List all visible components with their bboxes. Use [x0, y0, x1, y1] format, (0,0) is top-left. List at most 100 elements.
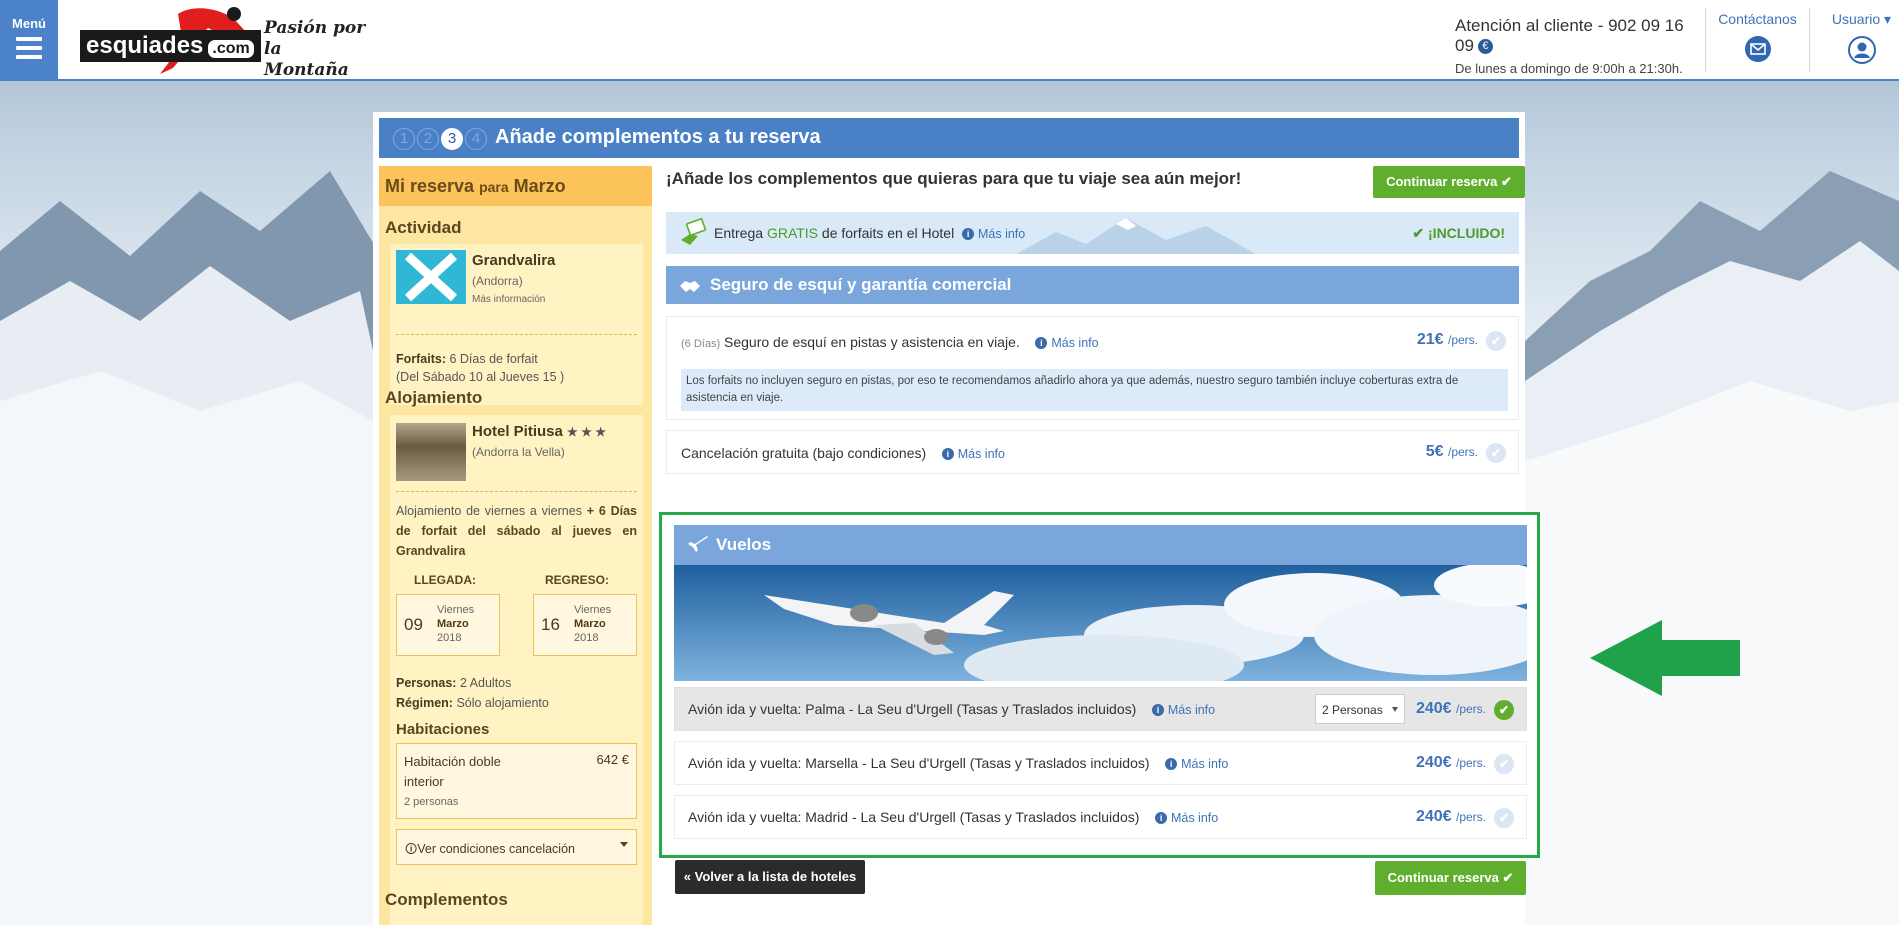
- hours-line: De lunes a domingo de 9:00h a 21:30h.: [1455, 61, 1683, 76]
- cancellation-price: 5€ /pers.: [1425, 443, 1478, 460]
- check-circle-icon[interactable]: ✔: [1494, 808, 1514, 828]
- rooms-heading: Habitaciones: [396, 721, 490, 738]
- continue-button-bottom[interactable]: Continuar reserva ✔: [1375, 861, 1526, 895]
- cancellation-row[interactable]: Cancelación gratuita (bajo condiciones) …: [666, 430, 1519, 474]
- check-circle-icon[interactable]: ✔: [1494, 754, 1514, 774]
- return-label: REGRESO:: [545, 573, 610, 587]
- cancellation-conditions-dropdown[interactable]: 🛈Ver condiciones cancelación: [396, 829, 637, 865]
- chevron-down-icon: [1392, 707, 1398, 712]
- included-badge: ✔ ¡INCLUIDO!: [1412, 225, 1505, 241]
- brand-name: esquiades .com: [80, 30, 261, 62]
- flight-row-marsella[interactable]: Avión ida y vuelta: Marsella - La Seu d'…: [674, 741, 1527, 785]
- divider: [396, 491, 637, 492]
- euro-icon[interactable]: €: [1477, 39, 1493, 55]
- step-indicator: 1234: [393, 128, 489, 150]
- envelope-icon: [1744, 36, 1771, 62]
- insurance-label: (6 Días) Seguro de esquí en pistas y asi…: [681, 334, 1099, 350]
- more-info-link[interactable]: Más info: [1168, 703, 1215, 717]
- step-3[interactable]: 3: [441, 128, 463, 150]
- more-info-link[interactable]: Más info: [1171, 811, 1218, 825]
- flights-section: Vuelos Avión ida y vuelta: Palma - La Se…: [659, 512, 1540, 858]
- forfaits-info: Forfaits: 6 Días de forfait (Del Sábado …: [396, 352, 565, 384]
- flight-label: Avión ida y vuelta: Madrid - La Seu d'Ur…: [688, 809, 1219, 825]
- insurance-note: Los forfaits no incluyen seguro en pista…: [681, 369, 1508, 411]
- user-label: Usuario ▾: [1831, 11, 1892, 27]
- divider: [396, 334, 637, 335]
- flight-label: Avión ida y vuelta: Marsella - La Seu d'…: [688, 755, 1229, 771]
- flights-heading: Vuelos: [674, 525, 1527, 565]
- flight-label: Avión ida y vuelta: Palma - La Seu d'Urg…: [688, 701, 1216, 717]
- complementos-heading: Complementos: [385, 890, 508, 909]
- room-item: Habitación doble interior 642 € 2 person…: [396, 743, 637, 819]
- info-icon: i: [1165, 758, 1178, 771]
- step-bar: 1234 Añade complementos a tu reserva: [379, 118, 1519, 158]
- flight-price: 240€ /pers.: [1415, 700, 1486, 717]
- flight-row-madrid[interactable]: Avión ida y vuelta: Madrid - La Seu d'Ur…: [674, 795, 1527, 839]
- more-info-link[interactable]: Más info: [958, 447, 1005, 461]
- grandvalira-logo-icon: [396, 250, 466, 304]
- check-icon: ✔: [1500, 174, 1512, 189]
- hotel-photo[interactable]: [396, 423, 466, 481]
- summary-title: Mi reserva para Marzo: [379, 166, 652, 206]
- user-icon: [1847, 36, 1876, 64]
- site-logo[interactable]: esquiades .com Pasión por la Montaña: [78, 4, 368, 80]
- intro-text: ¡Añade los complementos que quieras para…: [666, 169, 1242, 188]
- info-icon: 🛈: [405, 842, 418, 856]
- passengers-select[interactable]: 2 Personas: [1315, 694, 1405, 724]
- actividad-heading: Actividad: [385, 218, 462, 237]
- free-delivery-text: Entrega GRATIS de forfaits en el Hotel i…: [714, 225, 1026, 241]
- activity-location: (Andorra): [472, 274, 523, 288]
- insurance-row[interactable]: (6 Días) Seguro de esquí en pistas y asi…: [666, 316, 1519, 420]
- step-4: 4: [465, 128, 487, 150]
- handshake-icon: [680, 281, 700, 292]
- customer-service: Atención al cliente - 902 09 16 09 € De l…: [1455, 16, 1685, 76]
- back-to-hotels-button[interactable]: « Volver a la lista de hoteles: [675, 860, 865, 894]
- user-link[interactable]: Usuario ▾: [1809, 8, 1899, 72]
- hotel-name: Hotel Pitiusa ★ ★ ★: [472, 423, 606, 440]
- chevron-down-icon: [620, 842, 628, 847]
- info-icon: i: [1155, 812, 1168, 825]
- activity-card: Grandvalira (Andorra) Más información Fo…: [390, 244, 643, 405]
- menu-button[interactable]: Menú: [0, 0, 58, 81]
- hotel-card: Hotel Pitiusa ★ ★ ★ (Andorra la Vella) A…: [390, 415, 643, 925]
- flight-price: 240€ /pers.: [1415, 754, 1486, 771]
- step-2[interactable]: 2: [417, 128, 439, 150]
- arrival-label: LLEGADA:: [414, 573, 476, 587]
- flight-price: 240€ /pers.: [1415, 808, 1486, 825]
- booking-panel: 1234 Añade complementos a tu reserva Mi …: [373, 112, 1540, 925]
- top-header: Menú esquiades .com Pasión por la Montaña…: [0, 0, 1899, 81]
- contact-link[interactable]: Contáctanos: [1705, 8, 1809, 72]
- flight-row-palma[interactable]: Avión ida y vuelta: Palma - La Seu d'Urg…: [674, 687, 1527, 731]
- slogan: Pasión por la Montaña: [264, 18, 366, 80]
- activity-name: Grandvalira: [472, 252, 556, 269]
- star-rating: ★ ★ ★: [567, 425, 606, 439]
- info-icon: i: [1035, 337, 1048, 350]
- check-circle-icon[interactable]: ✔: [1494, 700, 1514, 720]
- insurance-heading: Seguro de esquí y garantía comercial: [666, 266, 1519, 304]
- contact-label: Contáctanos: [1718, 11, 1797, 27]
- menu-label: Menú: [12, 16, 46, 31]
- continue-button-top[interactable]: Continuar reserva ✔: [1373, 166, 1525, 198]
- step-1[interactable]: 1: [393, 128, 415, 150]
- insurance-price: 21€ /pers.: [1416, 331, 1478, 348]
- free-delivery-bar: Entrega GRATIS de forfaits en el Hotel i…: [666, 212, 1519, 254]
- info-icon: i: [1151, 704, 1164, 717]
- hotel-description: Alojamiento de viernes a viernes + 6 Día…: [396, 504, 637, 558]
- more-info-link[interactable]: Más info: [1051, 336, 1098, 350]
- check-circle-icon[interactable]: ✔: [1486, 443, 1506, 463]
- more-info-link[interactable]: Más info: [978, 227, 1025, 241]
- page-title: Añade complementos a tu reserva: [495, 126, 821, 148]
- reservation-summary: Mi reserva para Marzo Actividad Grandval…: [379, 166, 652, 925]
- more-info-link[interactable]: Más info: [1181, 757, 1228, 771]
- airplane-icon: [688, 536, 708, 552]
- info-icon: i: [962, 228, 975, 241]
- guests-info: Personas: 2 Adultos Régimen: Sólo alojam…: [396, 676, 549, 710]
- ticket-hand-icon: [681, 218, 707, 245]
- cancellation-label: Cancelación gratuita (bajo condiciones) …: [681, 445, 1005, 461]
- check-circle-icon[interactable]: ✔: [1486, 331, 1506, 351]
- return-date: 16 Viernes Marzo 2018: [533, 594, 637, 656]
- info-icon: i: [941, 448, 954, 461]
- airplane-sky-photo: [674, 565, 1527, 681]
- activity-more-link[interactable]: Más información: [472, 294, 545, 305]
- check-icon: ✔: [1502, 870, 1514, 885]
